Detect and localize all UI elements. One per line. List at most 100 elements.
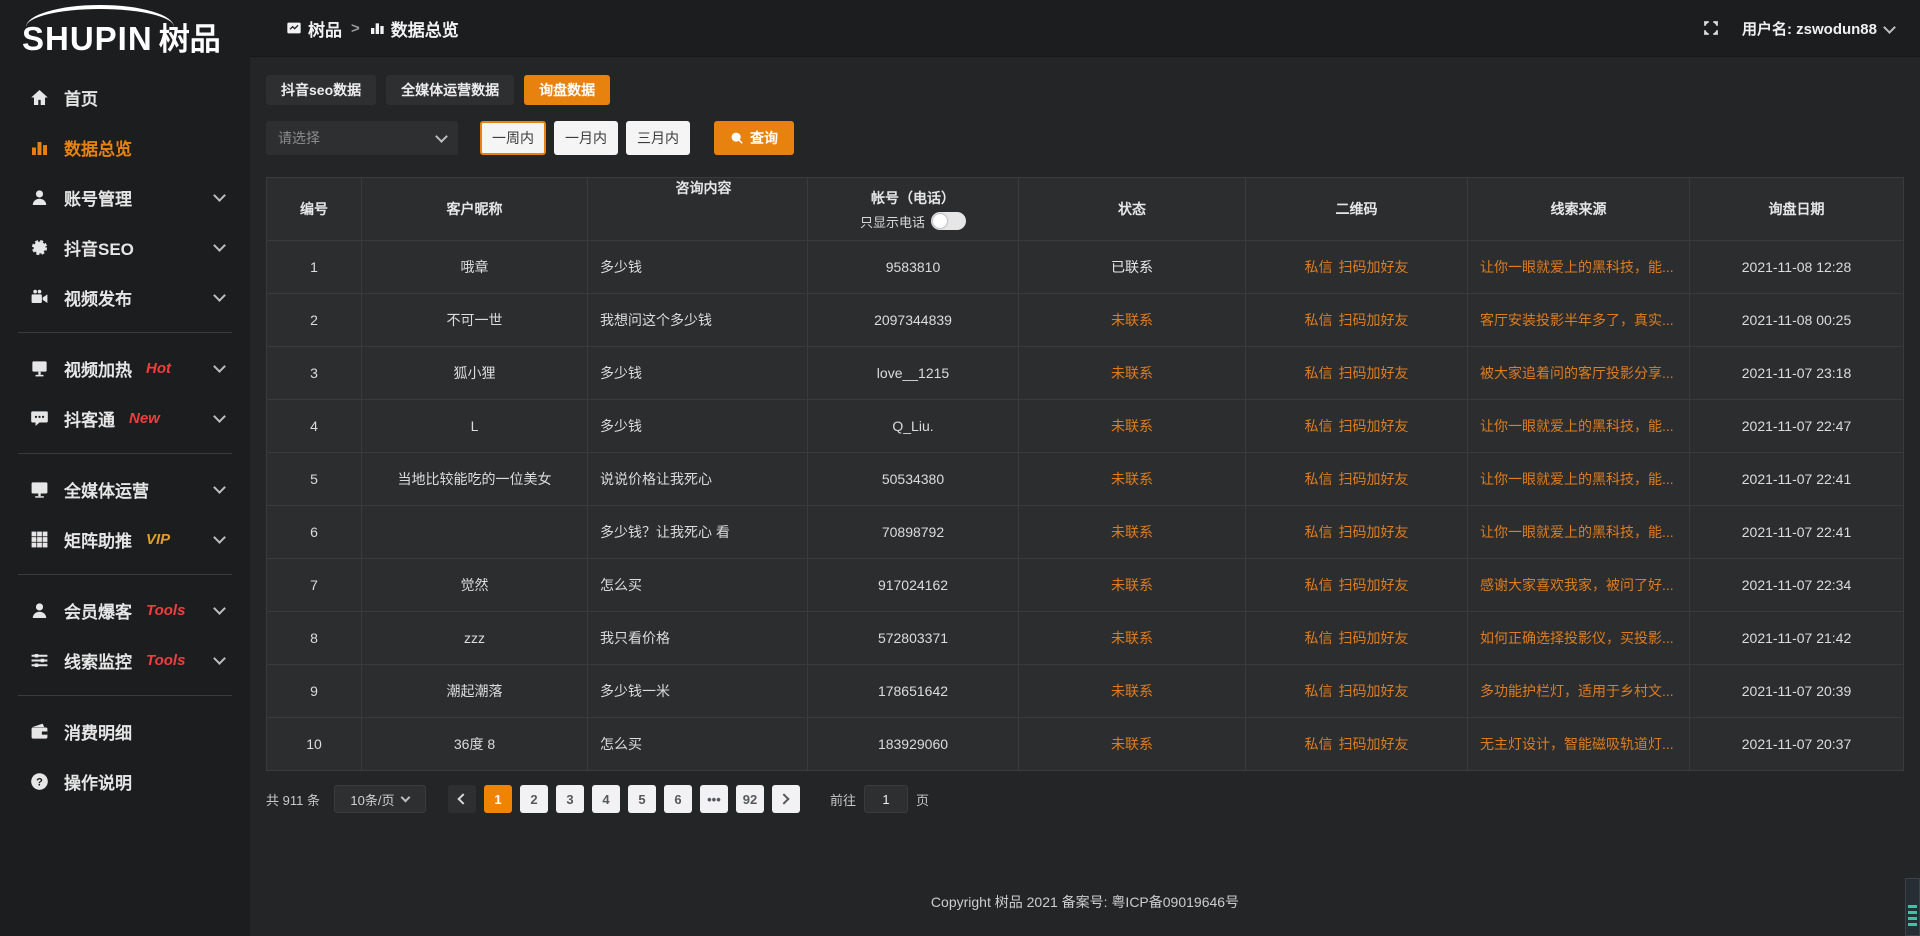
sidebar-item-label: 全媒体运营: [64, 477, 149, 502]
table-row: 1036度 8怎么买183929060未联系私信扫码加好友无主灯设计，智能磁吸轨…: [267, 717, 1903, 770]
sidebar-item-member-explode[interactable]: 会员爆客Tools: [0, 585, 250, 635]
corner-widget[interactable]: [1905, 878, 1920, 936]
sidebar-item-badge: Hot: [146, 360, 171, 377]
phone-only-toggle[interactable]: [931, 212, 966, 230]
query-button[interactable]: 查询: [714, 121, 794, 155]
sidebar-item-douyin-seo[interactable]: 抖音SEO: [0, 222, 250, 272]
cell-no: 8: [267, 612, 362, 664]
source-link[interactable]: 让你一眼就爱上的黑科技，能...: [1480, 522, 1674, 542]
next-page-button[interactable]: [772, 785, 800, 813]
qr-links: 私信扫码加好友: [1305, 257, 1409, 277]
sidebar-item-operation-guide[interactable]: ?操作说明: [0, 756, 250, 806]
source-link[interactable]: 被大家追着问的客厅投影分享...: [1480, 363, 1674, 383]
fullscreen-icon[interactable]: [1702, 19, 1720, 37]
sidebar-item-consume-detail[interactable]: 消费明细: [0, 706, 250, 756]
qr-link[interactable]: 扫码加好友: [1339, 628, 1409, 648]
qr-link[interactable]: 扫码加好友: [1339, 469, 1409, 489]
page-button[interactable]: 1: [484, 785, 512, 813]
qr-link[interactable]: 私信: [1305, 522, 1333, 542]
cell-no: 2: [267, 294, 362, 346]
cell-account: 572803371: [808, 612, 1019, 664]
sidebar-item-clue-monitor[interactable]: 线索监控Tools: [0, 635, 250, 685]
tab-media-operation-data[interactable]: 全媒体运营数据: [386, 75, 514, 105]
source-link[interactable]: 让你一眼就爱上的黑科技，能...: [1480, 469, 1674, 489]
source-link[interactable]: 如何正确选择投影仪，买投影...: [1480, 628, 1674, 648]
page-button[interactable]: 6: [664, 785, 692, 813]
sidebar-item-account-management[interactable]: 账号管理: [0, 172, 250, 222]
breadcrumb-item[interactable]: 数据总览: [369, 16, 459, 41]
query-button-label: 查询: [750, 128, 778, 148]
filter-select[interactable]: 请选择: [266, 121, 458, 155]
qr-link[interactable]: 私信: [1305, 469, 1333, 489]
qr-link[interactable]: 扫码加好友: [1339, 522, 1409, 542]
sidebar-divider: [18, 332, 232, 333]
sidebar-item-home[interactable]: 首页: [0, 72, 250, 122]
footer-copyright: Copyright 树品 2021 备案号: 粤ICP备09019646号: [250, 892, 1920, 912]
cell-date: 2021-11-07 23:18: [1690, 347, 1903, 399]
chevron-down-icon: [213, 289, 226, 302]
page-button[interactable]: 92: [736, 785, 764, 813]
qr-link[interactable]: 私信: [1305, 416, 1333, 436]
goto-page-input[interactable]: [864, 785, 908, 813]
source-link[interactable]: 多功能护栏灯，适用于乡村文...: [1480, 681, 1674, 701]
cell-account: love__1215: [808, 347, 1019, 399]
page-button[interactable]: 3: [556, 785, 584, 813]
source-link[interactable]: 感谢大家喜欢我家，被问了好...: [1480, 575, 1674, 595]
sidebar-item-data-overview[interactable]: 数据总览: [0, 122, 250, 172]
sidebar-item-video-publish[interactable]: 视频发布: [0, 272, 250, 322]
prev-page-button[interactable]: [448, 785, 476, 813]
cell-qr: 私信扫码加好友: [1246, 400, 1468, 452]
qr-link[interactable]: 私信: [1305, 734, 1333, 754]
cell-content: 多少钱一米: [588, 665, 808, 717]
qr-link[interactable]: 私信: [1305, 310, 1333, 330]
source-link[interactable]: 无主灯设计，智能磁吸轨道灯...: [1480, 734, 1674, 754]
period-button[interactable]: 一月内: [554, 121, 618, 155]
qr-link[interactable]: 扫码加好友: [1339, 363, 1409, 383]
tab-douyin-seo-data[interactable]: 抖音seo数据: [266, 75, 376, 105]
qr-link[interactable]: 私信: [1305, 363, 1333, 383]
qr-link[interactable]: 扫码加好友: [1339, 734, 1409, 754]
cell-source: 让你一眼就爱上的黑科技，能...: [1468, 506, 1690, 558]
sidebar-item-label: 矩阵助推: [64, 527, 132, 552]
sidebar-item-media-operation[interactable]: 全媒体运营: [0, 464, 250, 514]
qr-links: 私信扫码加好友: [1305, 522, 1409, 542]
tab-inquiry-data[interactable]: 询盘数据: [524, 75, 610, 105]
user-menu[interactable]: 用户名: zswodun88: [1742, 18, 1894, 39]
qr-link[interactable]: 私信: [1305, 681, 1333, 701]
qr-link[interactable]: 私信: [1305, 257, 1333, 277]
sidebar-item-doukeTong[interactable]: 抖客通New: [0, 393, 250, 443]
cell-status: 未联系: [1019, 506, 1246, 558]
breadcrumb-item[interactable]: 树品: [286, 16, 342, 41]
page-button[interactable]: 2: [520, 785, 548, 813]
corner-widget-stripes: [1908, 905, 1917, 929]
qr-link[interactable]: 扫码加好友: [1339, 416, 1409, 436]
qr-link[interactable]: 私信: [1305, 628, 1333, 648]
period-button[interactable]: 一周内: [480, 121, 546, 155]
filter-select-placeholder: 请选择: [278, 128, 320, 148]
qr-link[interactable]: 扫码加好友: [1339, 310, 1409, 330]
page-button[interactable]: 4: [592, 785, 620, 813]
period-button[interactable]: 三月内: [626, 121, 690, 155]
source-link[interactable]: 让你一眼就爱上的黑科技，能...: [1480, 416, 1674, 436]
page-size-label: 10条/页: [350, 790, 394, 809]
sidebar-item-label: 账号管理: [64, 185, 132, 210]
source-link[interactable]: 客厅安装投影半年多了，真实...: [1480, 310, 1674, 330]
qr-link[interactable]: 扫码加好友: [1339, 575, 1409, 595]
sidebar-item-matrix-boost[interactable]: 矩阵助推VIP: [0, 514, 250, 564]
page-button[interactable]: 5: [628, 785, 656, 813]
qr-link[interactable]: 私信: [1305, 575, 1333, 595]
cell-source: 感谢大家喜欢我家，被问了好...: [1468, 559, 1690, 611]
page-size-select[interactable]: 10条/页: [334, 785, 426, 813]
cell-nickname: 潮起潮落: [362, 665, 588, 717]
sidebar-item-video-heat[interactable]: 视频加热Hot: [0, 343, 250, 393]
breadcrumb-label: 数据总览: [391, 16, 459, 41]
source-link[interactable]: 让你一眼就爱上的黑科技，能...: [1480, 257, 1674, 277]
qr-link[interactable]: 扫码加好友: [1339, 681, 1409, 701]
cell-content: 多少钱: [588, 400, 808, 452]
cell-account: Q_Liu.: [808, 400, 1019, 452]
cell-no: 1: [267, 241, 362, 293]
cell-nickname: 哦章: [362, 241, 588, 293]
page-ellipsis-button[interactable]: •••: [700, 785, 728, 813]
qr-link[interactable]: 扫码加好友: [1339, 257, 1409, 277]
cell-date: 2021-11-08 00:25: [1690, 294, 1903, 346]
